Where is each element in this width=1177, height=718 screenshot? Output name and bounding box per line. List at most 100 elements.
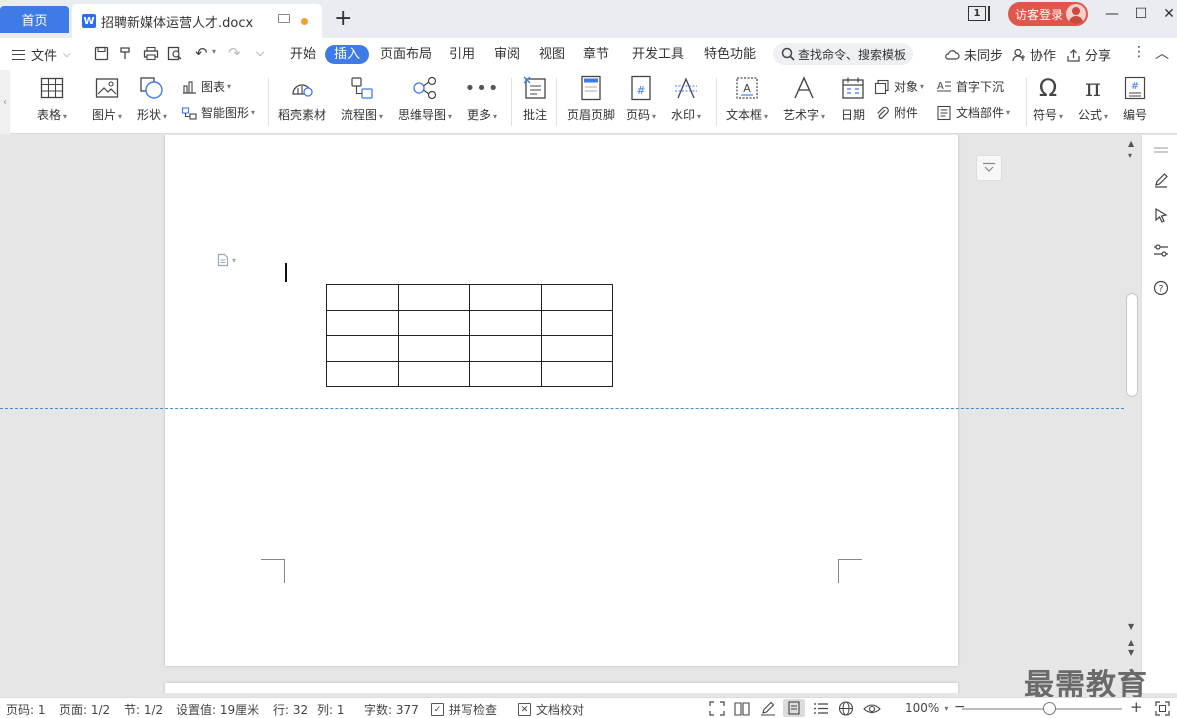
- more-options-icon[interactable]: ⋮: [1132, 44, 1146, 60]
- fullscreen-icon[interactable]: [709, 701, 725, 716]
- insert-table-button[interactable]: 表格 ▾: [37, 74, 67, 123]
- spellcheck-button[interactable]: ✓ 拼写检查: [431, 701, 497, 718]
- tab-features[interactable]: 特色功能: [704, 45, 756, 64]
- vertical-scrollbar[interactable]: ▲ ▾ ▼ ▲ ▼: [1124, 135, 1140, 693]
- scroll-page-next-icon[interactable]: ▼: [1128, 648, 1134, 657]
- scroll-page-down-icon[interactable]: ▲: [1128, 638, 1134, 647]
- table-cell[interactable]: [469, 360, 542, 387]
- command-search-input[interactable]: 查找命令、搜索模板: [773, 43, 913, 65]
- pen-edit-icon[interactable]: [1152, 171, 1170, 189]
- share-button[interactable]: 分享: [1066, 45, 1111, 64]
- insert-smart-art-button[interactable]: 智能图形 ▾: [181, 104, 255, 121]
- table-cell[interactable]: [326, 284, 399, 311]
- table-cell[interactable]: [326, 335, 399, 362]
- proofread-button[interactable]: ✕ 文档校对: [518, 701, 584, 718]
- mindmap-button[interactable]: 思维导图 ▾: [398, 74, 452, 123]
- table-cell[interactable]: [397, 335, 470, 362]
- table-cell[interactable]: [469, 284, 542, 311]
- numbering-button[interactable]: # 编号: [1122, 74, 1148, 123]
- document-workspace[interactable]: ▾: [0, 135, 1140, 693]
- status-section[interactable]: 节: 1/2: [124, 701, 163, 718]
- table-cell[interactable]: [326, 360, 399, 387]
- next-document-page[interactable]: [165, 683, 958, 693]
- panel-collapse-icon[interactable]: [1152, 141, 1170, 159]
- write-mode-icon[interactable]: [760, 701, 776, 716]
- flowchart-button[interactable]: 流程图 ▾: [341, 74, 383, 123]
- collapse-ribbon-icon[interactable]: ︿: [1155, 43, 1169, 63]
- print-preview-icon[interactable]: [167, 46, 183, 61]
- tab-start[interactable]: 开始: [290, 45, 316, 64]
- zoom-slider-knob[interactable]: [1043, 702, 1056, 715]
- table-cell[interactable]: [326, 309, 399, 336]
- drop-cap-button[interactable]: A 首字下沉: [936, 78, 1004, 95]
- table-cell[interactable]: [397, 360, 470, 387]
- zoom-out-icon[interactable]: −: [954, 699, 966, 715]
- guest-login-button[interactable]: 访客登录: [1008, 2, 1088, 26]
- close-button[interactable]: ✕: [1159, 4, 1177, 24]
- maximize-button[interactable]: ☐: [1131, 4, 1151, 24]
- page-view-button[interactable]: [783, 699, 805, 717]
- status-col[interactable]: 列: 1: [317, 701, 345, 718]
- select-pointer-icon[interactable]: [1152, 206, 1170, 224]
- tab-developer[interactable]: 开发工具: [632, 45, 684, 64]
- read-mode-icon[interactable]: [734, 701, 750, 716]
- insert-date-button[interactable]: 日期: [840, 74, 866, 123]
- doc-parts-button[interactable]: 文档部件 ▾: [936, 104, 1010, 121]
- eye-protection-icon[interactable]: [863, 701, 881, 716]
- help-icon[interactable]: ?: [1152, 279, 1170, 297]
- scrollbar-thumb[interactable]: [1126, 293, 1138, 397]
- page-options-button[interactable]: [976, 155, 1002, 181]
- save-icon[interactable]: [94, 46, 109, 61]
- insert-attachment-button[interactable]: 附件: [874, 104, 918, 121]
- table-cell[interactable]: [540, 309, 613, 336]
- ribbon-scroll-left-icon[interactable]: ‹: [0, 70, 10, 134]
- document-table[interactable]: [326, 284, 613, 387]
- zoom-slider[interactable]: [962, 708, 1122, 710]
- insert-chart-button[interactable]: 图表 ▾: [181, 78, 231, 95]
- table-cell[interactable]: [540, 284, 613, 311]
- scroll-page-up-icon[interactable]: ▾: [1128, 151, 1132, 160]
- tab-references[interactable]: 引用: [449, 45, 475, 64]
- insert-shape-button[interactable]: 形状 ▾: [137, 74, 167, 123]
- status-row[interactable]: 行: 32: [273, 701, 308, 718]
- adjust-sliders-icon[interactable]: [1152, 242, 1170, 260]
- window-count-badge[interactable]: 1: [968, 6, 986, 21]
- table-cell[interactable]: [469, 309, 542, 336]
- format-painter-icon[interactable]: [118, 46, 133, 61]
- scroll-up-icon[interactable]: ▲: [1128, 139, 1134, 148]
- table-cell[interactable]: [540, 335, 613, 362]
- status-page[interactable]: 页码: 1: [6, 701, 46, 718]
- scroll-down-icon[interactable]: ▼: [1128, 622, 1134, 631]
- watermark-button[interactable]: 水印 ▾: [671, 74, 701, 123]
- tab-insert[interactable]: 插入: [325, 45, 370, 64]
- tab-review[interactable]: 审阅: [494, 45, 520, 64]
- monitor-icon[interactable]: [278, 14, 290, 23]
- sync-status-button[interactable]: 未同步: [944, 45, 1003, 64]
- collaborate-button[interactable]: 协作: [1012, 45, 1056, 64]
- fit-page-icon[interactable]: [1155, 701, 1170, 716]
- textbox-button[interactable]: A 文本框 ▾: [726, 74, 768, 123]
- insert-comment-button[interactable]: 批注: [522, 74, 548, 123]
- status-setting[interactable]: 设置值: 19厘米: [176, 701, 259, 718]
- outline-view-icon[interactable]: [813, 701, 829, 716]
- status-wordcount[interactable]: 字数: 377: [364, 701, 419, 718]
- insert-formula-button[interactable]: π 公式 ▾: [1078, 74, 1108, 123]
- header-footer-button[interactable]: 页眉页脚: [567, 74, 615, 123]
- tab-chapter[interactable]: 章节: [583, 45, 609, 64]
- page-number-button[interactable]: # 页码 ▾: [626, 74, 656, 123]
- insert-object-button[interactable]: 对象 ▾: [874, 78, 924, 95]
- tab-view[interactable]: 视图: [539, 45, 565, 64]
- minimize-button[interactable]: —: [1102, 4, 1122, 24]
- zoom-in-icon[interactable]: +: [1130, 698, 1143, 716]
- quick-access-more-icon[interactable]: ⌵: [256, 46, 264, 60]
- undo-dropdown-icon[interactable]: ▾: [212, 47, 216, 56]
- zoom-level[interactable]: 100% ▾: [905, 701, 948, 715]
- redo-icon[interactable]: ↷: [228, 44, 241, 62]
- insert-symbol-button[interactable]: Ω 符号 ▾: [1033, 74, 1063, 123]
- new-tab-button[interactable]: +: [334, 6, 352, 32]
- table-cell[interactable]: [469, 335, 542, 362]
- insert-picture-button[interactable]: 图片 ▾: [92, 74, 122, 123]
- document-page[interactable]: ▾: [165, 135, 958, 666]
- web-view-icon[interactable]: [838, 701, 854, 716]
- wordart-button[interactable]: 艺术字 ▾: [783, 74, 825, 123]
